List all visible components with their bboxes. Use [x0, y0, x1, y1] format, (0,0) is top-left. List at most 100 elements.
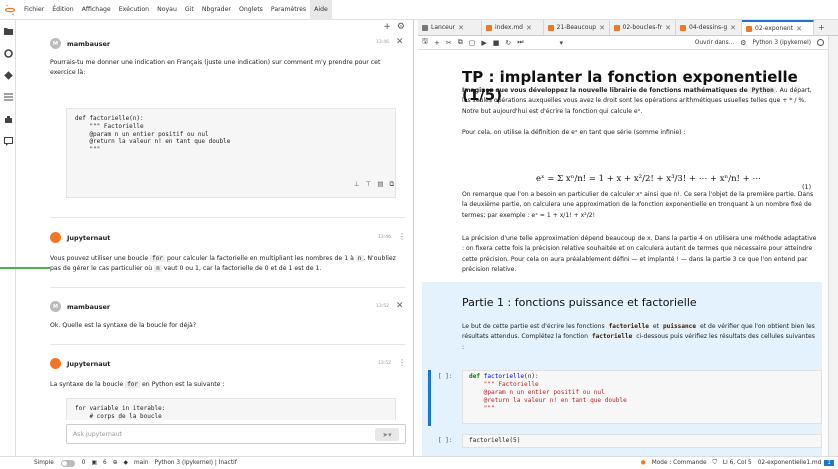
- tab-02-boucles[interactable]: 02-boucles-fr ✕: [610, 20, 676, 35]
- tab-02-exponent[interactable]: 02-exponent ✕: [742, 20, 814, 35]
- cut-icon[interactable]: ✂: [446, 39, 452, 47]
- message-text: Pourrais-tu me donner une indication en …: [50, 59, 381, 76]
- message-text: Vous pouvez utiliser une boucle for pour…: [50, 255, 396, 272]
- notebook-icon: [548, 24, 554, 31]
- code-cell-factorielle[interactable]: def factorielle(n): """ Factorielle @par…: [462, 370, 822, 424]
- extension-icon[interactable]: [0, 108, 16, 130]
- menu-run[interactable]: Exécution: [115, 0, 153, 20]
- git-branch[interactable]: main: [131, 460, 151, 466]
- paste-icon[interactable]: ▢: [469, 39, 476, 47]
- chat-input[interactable]: Ask Jupyternaut ➤▾: [66, 424, 406, 444]
- menu-settings[interactable]: Paramètres: [267, 0, 310, 20]
- scrollbar[interactable]: [828, 36, 838, 456]
- code-block: for variable in iterable: # corps de la …: [66, 398, 396, 420]
- cursor-position[interactable]: Li 6, Col 5: [720, 460, 755, 466]
- tab-21-beaucoup[interactable]: 21-Beaucoup ✕: [544, 20, 610, 35]
- message-text: Ok. Quelle est la syntaxe de la boucle f…: [50, 322, 197, 329]
- message-time: 13:46: [378, 235, 391, 240]
- save-icon[interactable]: 🖫: [422, 37, 428, 48]
- jupyter-logo-icon: [0, 0, 20, 20]
- paragraph-definition: Pour cela, on utilise la définition de e…: [462, 129, 686, 136]
- paragraph-precision: La précision d'une telle approximation d…: [462, 235, 817, 273]
- code-block: def factorielle(n): """ Factorielle @par…: [66, 108, 396, 198]
- code-cell-test[interactable]: factorielle(5): [462, 434, 822, 448]
- menu-kernel[interactable]: Noyau: [153, 0, 181, 20]
- jupyternaut-avatar-icon: [50, 358, 61, 369]
- jupyternaut-status-icon[interactable]: ●: [638, 460, 649, 466]
- jupyternaut-avatar-icon: [50, 232, 61, 243]
- git-icon[interactable]: [0, 64, 16, 86]
- message-header: M mambauser: [50, 301, 110, 312]
- send-button[interactable]: ➤▾: [375, 428, 399, 441]
- kernel-status[interactable]: Python 3 (ipykernel) | Inactif: [152, 460, 240, 466]
- close-icon[interactable]: ✕: [396, 37, 404, 47]
- simple-mode-label: Simple: [34, 460, 54, 466]
- copy-icon[interactable]: ⧉: [390, 180, 395, 189]
- launcher-icon: [422, 24, 428, 31]
- annotation-line: [0, 267, 50, 269]
- git-branch-icon: ◆: [123, 460, 129, 466]
- menu-nbgrader[interactable]: Nbgrader: [198, 0, 235, 20]
- menu-help[interactable]: Aide: [310, 0, 332, 20]
- running-icon[interactable]: [0, 42, 16, 64]
- paragraph-intro: Imaginez que vous développez la nouvelle…: [462, 87, 812, 115]
- kernel-name[interactable]: Python 3 (ipykernel): [752, 40, 811, 46]
- close-icon[interactable]: ✕: [665, 24, 671, 32]
- close-icon[interactable]: ✕: [599, 24, 605, 32]
- chat-icon[interactable]: [0, 130, 16, 152]
- avatar: M: [50, 38, 61, 49]
- gear-icon[interactable]: ⚙: [397, 22, 405, 32]
- kernel-count[interactable]: 6: [100, 460, 110, 466]
- paragraph-remark: On remarque que l'on a besoin en particu…: [462, 191, 814, 219]
- add-icon[interactable]: +: [383, 22, 391, 32]
- copy-icon[interactable]: ⧉: [458, 38, 463, 47]
- menu-git[interactable]: Git: [181, 0, 198, 20]
- formula: eˣ = Σ xⁿ/n! = 1 + x + x²/2! + x³/3! + ⋯…: [536, 174, 761, 184]
- close-icon[interactable]: ✕: [730, 24, 736, 32]
- kernel-settings-icon[interactable]: ⊕: [110, 460, 121, 466]
- menu-file[interactable]: Fichier: [20, 0, 48, 20]
- fast-forward-icon[interactable]: ⏭: [517, 38, 523, 47]
- menu-tabs[interactable]: Onglets: [235, 0, 267, 20]
- gear-icon[interactable]: ⚙: [740, 39, 746, 47]
- section-heading: Partie 1 : fonctions puissance et factor…: [462, 296, 697, 309]
- tab-bar: Lanceur ✕ index.md ✕ 21-Beaucoup ✕ 02-boucl…: [418, 20, 838, 36]
- code-actions: ⊥ ⊤ ▤ ⧉: [354, 180, 394, 189]
- message-header: M mambauser: [50, 38, 110, 49]
- activity-bar: [0, 20, 16, 456]
- cell-type-select[interactable]: ▾: [560, 39, 564, 47]
- add-tab-button[interactable]: +: [814, 20, 829, 35]
- menu-bar: Fichier Édition Affichage Exécution Noya…: [0, 0, 838, 20]
- add-cell-icon[interactable]: +: [434, 39, 440, 47]
- toc-icon[interactable]: [0, 86, 16, 108]
- close-icon[interactable]: ✕: [796, 25, 802, 33]
- insert-below-icon[interactable]: ⊤: [366, 180, 372, 189]
- tab-04-dessins[interactable]: 04-dessins-g ✕: [676, 20, 742, 35]
- notebook-toolbar: 🖫 + ✂ ⧉ ▢ ▶ ■ ↻ ⏭ ▾ Ouvrir dans... ⚙ Pyt…: [418, 36, 828, 50]
- close-icon[interactable]: ✕: [458, 24, 464, 32]
- close-icon[interactable]: ✕: [396, 301, 404, 311]
- kernel-count-icon: ▣: [91, 460, 97, 466]
- close-icon[interactable]: ✕: [526, 24, 532, 32]
- stop-icon[interactable]: ■: [493, 39, 500, 47]
- insert-above-icon[interactable]: ⊥: [354, 180, 360, 189]
- chat-panel: + ⚙ M mambauser 13:46 ✕ Pourrais-tu me d…: [16, 20, 414, 456]
- open-in-button[interactable]: Ouvrir dans...: [695, 40, 734, 46]
- tab-launcher[interactable]: Lanceur ✕: [418, 20, 482, 35]
- shield-icon[interactable]: ⛉: [710, 460, 720, 467]
- more-icon[interactable]: ⋮: [398, 358, 406, 367]
- menu-edit[interactable]: Édition: [48, 0, 77, 20]
- notification-badge[interactable]: 1: [824, 460, 834, 466]
- replace-icon[interactable]: ▤: [377, 180, 383, 189]
- terminal-count[interactable]: 0: [79, 460, 89, 466]
- more-icon[interactable]: ⋮: [398, 232, 406, 241]
- message-header: Jupyternaut: [50, 232, 110, 243]
- simple-mode-toggle[interactable]: [60, 459, 75, 467]
- menu-view[interactable]: Affichage: [78, 0, 115, 20]
- message-time: 13:52: [378, 361, 391, 366]
- folder-icon[interactable]: [0, 20, 16, 42]
- tab-index-md[interactable]: index.md ✕: [482, 20, 544, 35]
- run-icon[interactable]: ▶: [481, 39, 486, 47]
- kernel-status-icon: [817, 39, 824, 46]
- restart-icon[interactable]: ↻: [505, 39, 511, 47]
